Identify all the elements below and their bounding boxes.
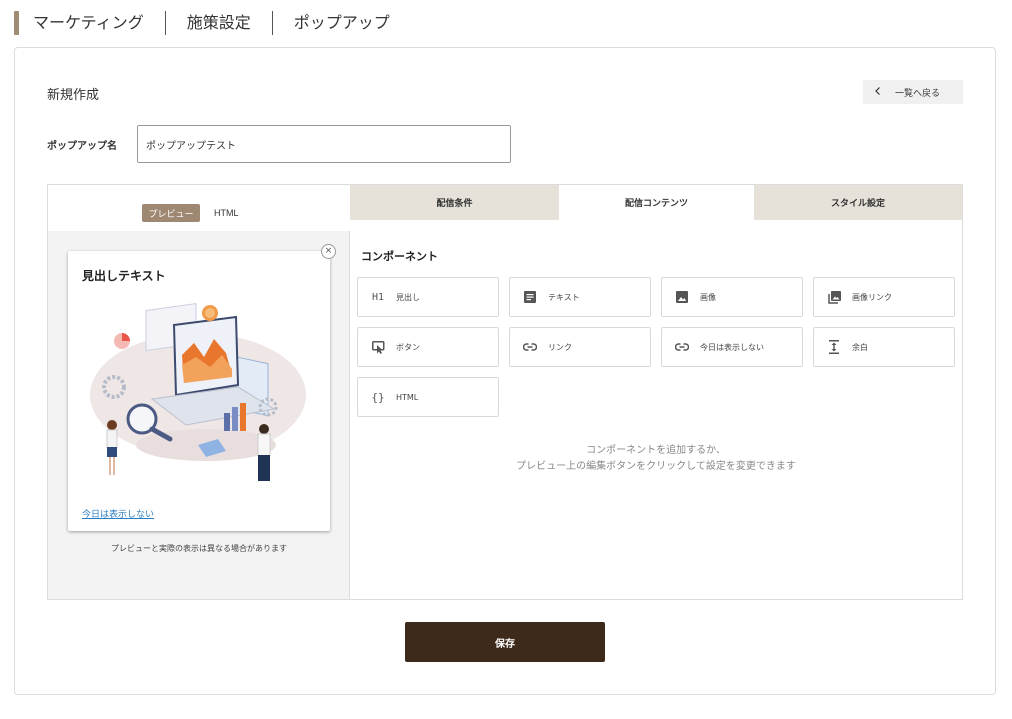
image-icon [674,289,690,305]
popup-name-input[interactable] [137,125,511,163]
link-icon [674,339,690,355]
tab-delivery-content[interactable]: 配信コンテンツ [559,185,754,220]
popup-name-label: ポップアップ名 [47,141,117,152]
link-icon [522,339,538,355]
breadcrumb: マーケティング 施策設定 ポップアップ [14,11,411,35]
preview-toggle-button[interactable]: プレビュー [142,204,200,222]
empty-message-line-2: プレビュー上の編集ボタンをクリックして設定を変更できます [516,461,796,472]
component-label: ボタン [396,342,420,352]
preview-note: プレビューと実際の表示は異なる場合があります [111,544,287,553]
popup-heading[interactable]: 見出しテキスト [82,267,166,284]
popup-preview: × 見出しテキスト 今日は表示しない [68,244,336,531]
component-heading[interactable]: H1 見出し [357,277,499,317]
page-title: 新規作成 [47,88,100,103]
save-button[interactable]: 保存 [405,622,605,662]
component-label: 画像リンク [852,292,892,302]
image-link-icon [826,289,842,305]
component-label: リンク [548,342,572,352]
button-icon [370,339,386,355]
preview-toggle-bar: プレビュー HTML [48,185,350,231]
breadcrumb-item-settings[interactable]: 施策設定 [164,11,272,35]
tab-delivery-conditions[interactable]: 配信条件 [350,185,559,220]
empty-components-message: コンポーネントを追加するか、 プレビュー上の編集ボタンをクリックして設定を変更で… [350,443,962,475]
component-label: テキスト [548,292,580,302]
chevron-left-icon [875,87,881,97]
h1-icon: H1 [371,291,385,303]
code-icon: {} [371,390,385,404]
breadcrumb-accent-bar [14,11,19,35]
spacing-icon [826,339,842,355]
component-label: 画像 [700,292,716,302]
breadcrumb-item-marketing[interactable]: マーケティング [33,11,165,35]
editor-tabs: 配信条件 配信コンテンツ スタイル設定 [350,185,962,220]
component-spacing[interactable]: 余白 [813,327,955,367]
editor-panel: プレビュー HTML × 見出しテキスト 今日は表示しない プレビューと実際の表… [47,184,963,600]
back-button-label: 一覧へ戻る [895,87,941,98]
preview-pane: プレビュー HTML × 見出しテキスト 今日は表示しない プレビューと実際の表… [48,185,350,599]
breadcrumb-item-popup: ポップアップ [271,11,411,35]
component-image[interactable]: 画像 [661,277,803,317]
tab-style-settings[interactable]: スタイル設定 [754,185,962,220]
component-label: 今日は表示しない [700,342,764,352]
component-button[interactable]: ボタン [357,327,499,367]
main-card: 新規作成 一覧へ戻る ポップアップ名 プレビュー HTML × 見出しテキスト [14,47,996,695]
dont-show-today-link[interactable]: 今日は表示しない [82,507,154,520]
component-dont-show-today[interactable]: 今日は表示しない [661,327,803,367]
component-label: 余白 [852,342,868,352]
back-to-list-button[interactable]: 一覧へ戻る [863,80,963,104]
text-icon [522,289,538,305]
component-image-link[interactable]: 画像リンク [813,277,955,317]
component-text[interactable]: テキスト [509,277,651,317]
component-label: HTML [396,392,419,402]
analytics-illustration [90,302,306,481]
component-label: 見出し [396,292,420,302]
close-icon[interactable]: × [321,244,336,259]
component-link[interactable]: リンク [509,327,651,367]
html-toggle-button[interactable]: HTML [208,204,245,222]
empty-message-line-1: コンポーネントを追加するか、 [586,445,726,456]
components-title: コンポーネント [361,250,438,263]
component-html[interactable]: {} HTML [357,377,499,417]
